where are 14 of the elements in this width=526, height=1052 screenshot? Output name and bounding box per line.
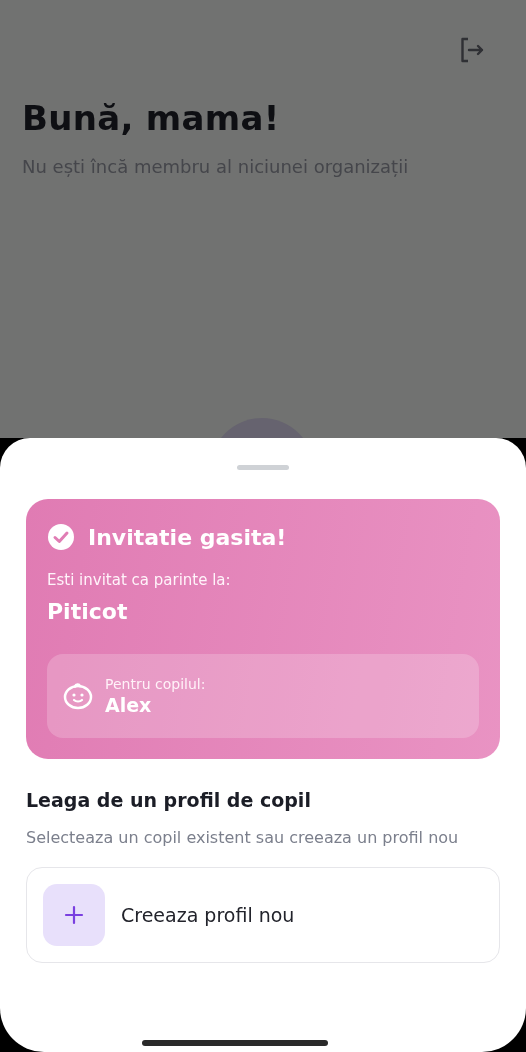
create-profile-button[interactable]: Creeaza profil nou — [26, 867, 500, 963]
child-name: Alex — [105, 694, 153, 716]
baby-face-icon — [63, 682, 93, 710]
plus-icon — [43, 884, 105, 946]
logout-icon[interactable] — [459, 37, 485, 63]
organization-name: Piticot — [47, 599, 129, 624]
child-label: Pentru copilul: — [105, 676, 206, 692]
invitation-title: Invitatie gasita! — [88, 524, 287, 550]
check-circle-icon — [47, 523, 75, 551]
greeting-title: Bună, mama! — [22, 98, 281, 138]
section-heading: Leaga de un profil de copil — [26, 789, 312, 811]
drag-handle[interactable] — [237, 465, 289, 470]
invitation-label: Esti invitat ca parinte la: — [47, 571, 232, 589]
section-description: Selecteaza un copil existent sau creeaza un profil nou — [26, 827, 460, 849]
